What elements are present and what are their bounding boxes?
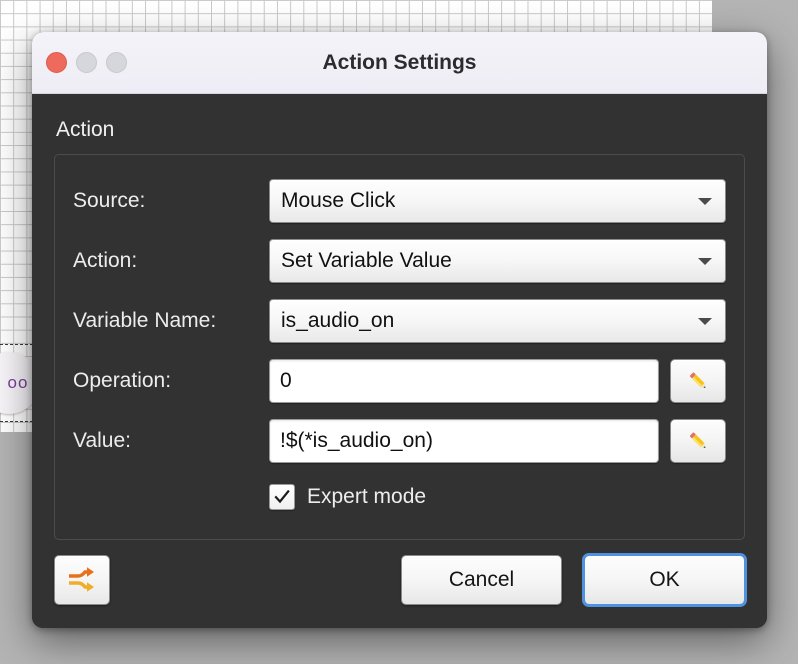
label-value: Value: [73,429,131,452]
action-dropdown-value: Set Variable Value [281,249,452,272]
zoom-window-button[interactable] [106,52,127,73]
checkmark-icon [274,489,290,504]
variable-name-dropdown-value: is_audio_on [281,309,395,332]
cancel-button[interactable]: Cancel [401,555,562,605]
close-window-button[interactable] [46,52,67,73]
form-row-value: Value: !$(*is_audio_on) [73,417,726,465]
operation-field-wrapper: 0 [269,359,726,403]
action-settings-dialog: Action Settings Action Source: Mouse Cli… [32,32,767,628]
dialog-footer: Cancel OK [54,553,747,607]
form-row-variable-name: Variable Name: is_audio_on [73,297,726,345]
section-title-action: Action [56,118,115,141]
label-variable-name: Variable Name: [73,309,217,332]
window-title: Action Settings [322,50,477,74]
action-dropdown[interactable]: Set Variable Value [269,239,726,283]
canvas-node-label: oo [7,373,29,392]
label-action: Action: [73,249,138,272]
shuffle-button[interactable] [54,555,110,605]
form-row-action: Action: Set Variable Value [73,237,726,285]
ok-button[interactable]: OK [582,553,747,607]
pencil-icon [689,372,706,389]
label-source: Source: [73,189,146,212]
chevron-down-icon [698,318,712,325]
variable-name-dropdown[interactable]: is_audio_on [269,299,726,343]
chevron-down-icon [698,198,712,205]
minimize-window-button[interactable] [76,52,97,73]
shuffle-arrows-icon [69,567,94,592]
source-dropdown-value: Mouse Click [281,189,396,212]
operation-input[interactable]: 0 [269,359,659,403]
expert-mode-label: Expert mode [307,485,427,508]
source-dropdown[interactable]: Mouse Click [269,179,726,223]
chevron-down-icon [698,258,712,265]
dialog-title-bar[interactable]: Action Settings [32,32,767,94]
form-row-operation: Operation: 0 [73,357,726,405]
pencil-icon [689,432,706,449]
label-operation: Operation: [73,369,172,392]
action-group-box: Source: Mouse Click Action: Set Variable… [54,154,745,540]
value-edit-button[interactable] [670,419,726,463]
expert-mode-row: Expert mode [73,477,726,517]
value-field-wrapper: !$(*is_audio_on) [269,419,726,463]
value-input[interactable]: !$(*is_audio_on) [269,419,659,463]
form-row-source: Source: Mouse Click [73,177,726,225]
expert-mode-checkbox[interactable] [269,484,295,510]
traffic-light-group [46,52,127,73]
operation-edit-button[interactable] [670,359,726,403]
dialog-body: Action Source: Mouse Click Action: Set V… [32,94,767,628]
